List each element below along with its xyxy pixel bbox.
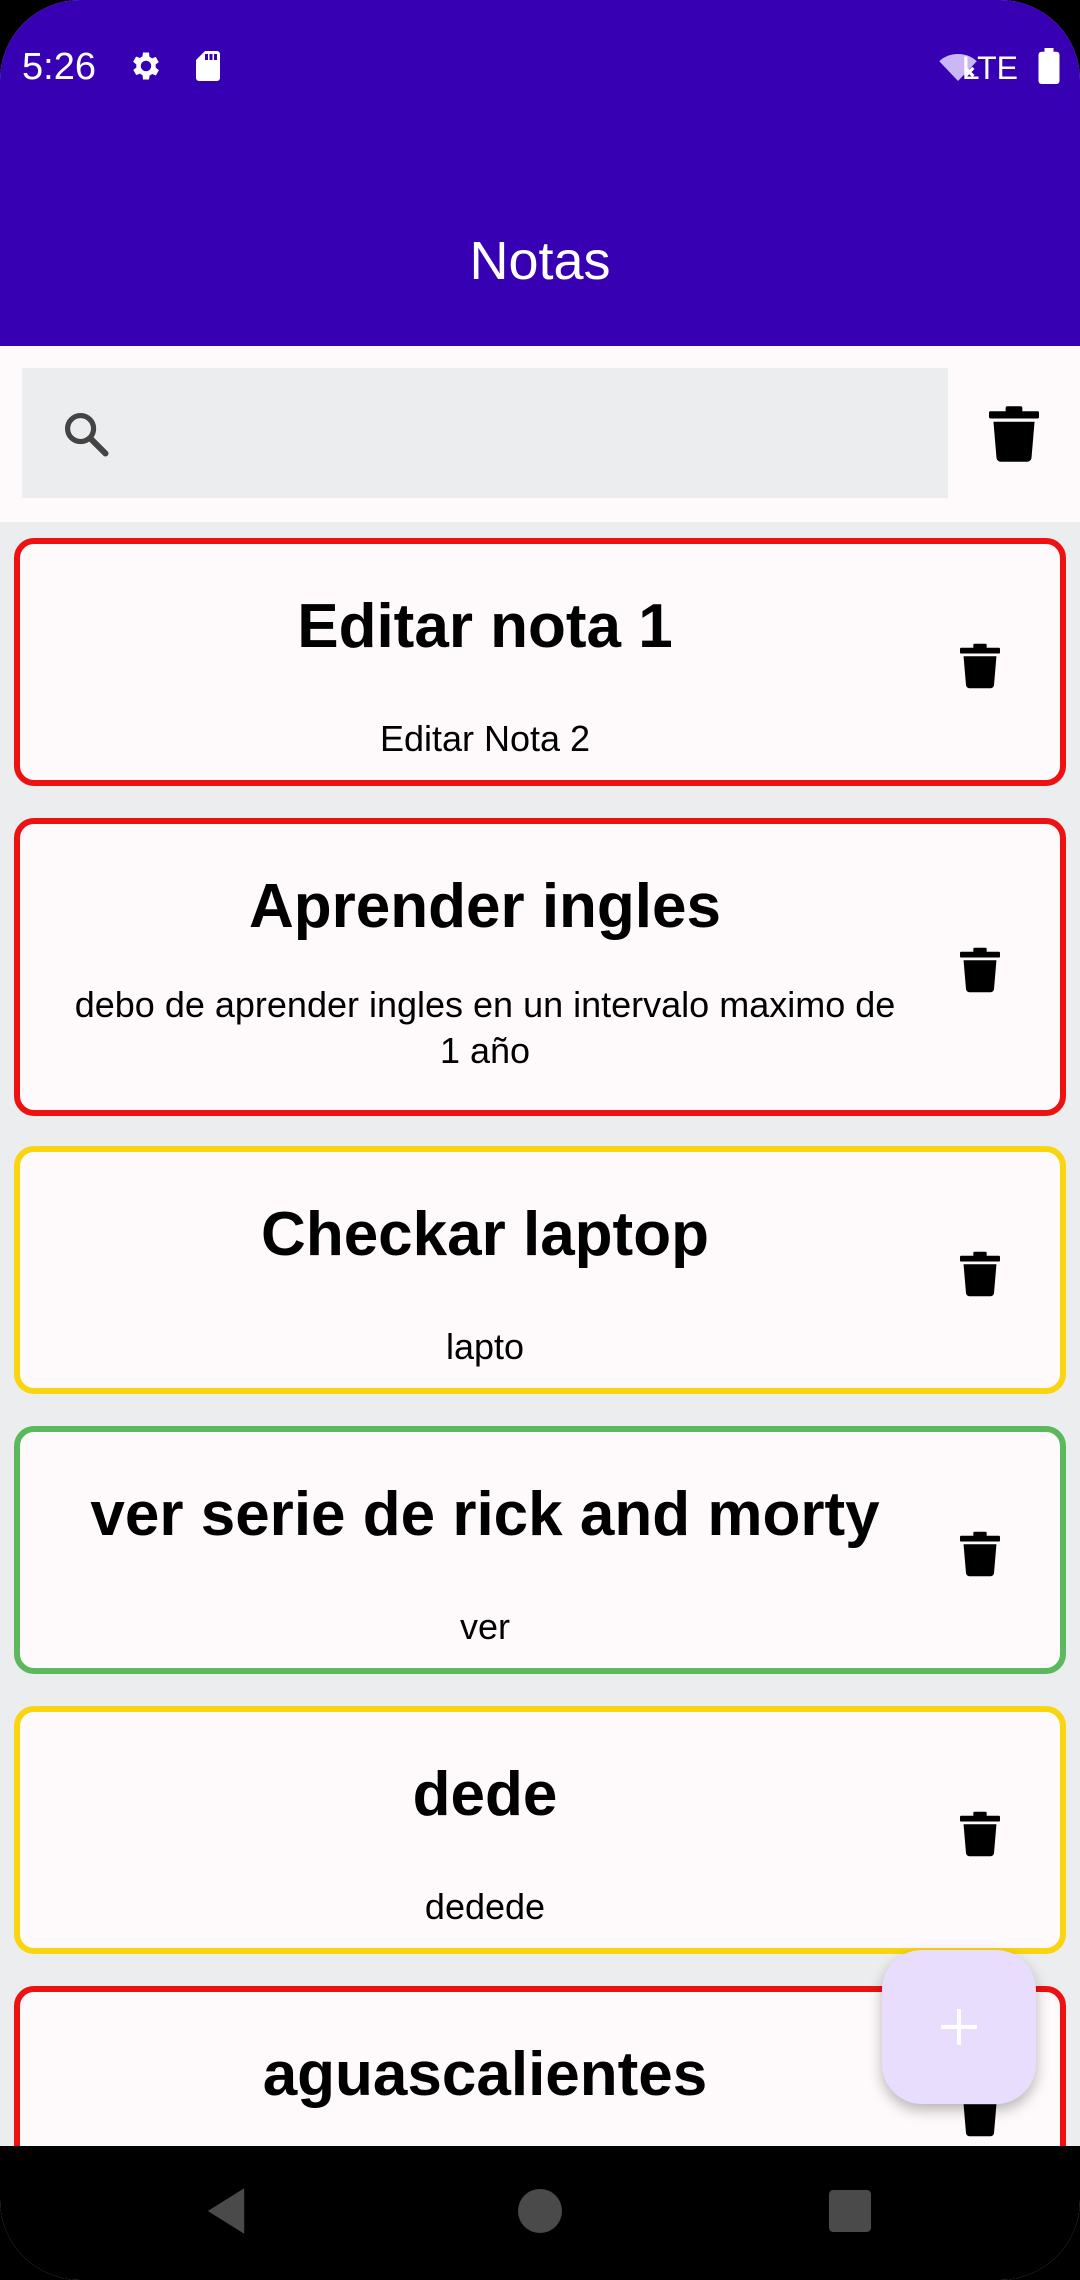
note-delete-button[interactable]: [940, 1514, 1020, 1594]
note-title: dede: [412, 1760, 558, 1829]
note-body: debo de aprender ingles en un intervalo …: [74, 984, 896, 1071]
note-title: Aprender ingles: [249, 872, 721, 941]
search-bar: [0, 346, 1080, 522]
add-note-button[interactable]: [882, 1950, 1036, 2104]
note-card[interactable]: Checkar laptop lapto: [14, 1146, 1066, 1394]
search-input[interactable]: [132, 368, 932, 498]
page-title: Notas: [469, 231, 611, 291]
note-body: lapto: [445, 1326, 525, 1367]
note-body: ver: [459, 1606, 510, 1647]
note-delete-button[interactable]: [940, 930, 1020, 1010]
note-body: dedede: [424, 1886, 546, 1927]
home-button[interactable]: [500, 2176, 580, 2246]
trash-icon: [960, 1811, 1000, 1857]
app-bar: 5:26 LTE Notas: [0, 0, 1080, 346]
settings-icon: [133, 52, 159, 80]
search-field[interactable]: [22, 368, 948, 498]
trash-icon: [989, 406, 1039, 462]
plus-icon: [941, 2009, 977, 2045]
note-list: Editar nota 1 Editar Nota 2 Aprender ing…: [0, 522, 1080, 2146]
note-delete-button[interactable]: [940, 626, 1020, 706]
recents-icon: [829, 2190, 871, 2232]
home-icon: [518, 2189, 562, 2233]
status-time: 5:26: [22, 46, 96, 88]
note-title: ver serie de rick and morty: [90, 1480, 880, 1549]
note-card[interactable]: Editar nota 1 Editar Nota 2: [14, 538, 1066, 786]
note-title: Editar nota 1: [297, 592, 673, 661]
trash-icon: [960, 1251, 1000, 1297]
note-card[interactable]: ver serie de rick and morty ver: [14, 1426, 1066, 1674]
note-title: Checkar laptop: [261, 1200, 709, 1269]
note-card[interactable]: dede dedede: [14, 1706, 1066, 1954]
battery-icon: [1038, 48, 1060, 84]
trash-icon: [960, 947, 1000, 993]
note-delete-button[interactable]: [940, 1794, 1020, 1874]
sd-card-icon: [196, 51, 220, 81]
phone-screen: 5:26 LTE Notas Editar nota 1 Editar Nota…: [0, 0, 1080, 2280]
note-delete-button[interactable]: [940, 1234, 1020, 1314]
back-icon: [207, 2188, 245, 2234]
trash-icon: [960, 643, 1000, 689]
search-icon: [64, 412, 109, 457]
note-body: Editar Nota 2: [379, 718, 591, 759]
recents-button[interactable]: [810, 2176, 890, 2246]
network-type-label: LTE: [961, 50, 1018, 86]
note-title: aguascalientes: [262, 2040, 708, 2109]
note-card[interactable]: Aprender ingles debo de aprender ingles …: [14, 818, 1066, 1116]
trash-icon: [960, 1531, 1000, 1577]
back-button[interactable]: [186, 2176, 266, 2246]
delete-all-button[interactable]: [966, 382, 1062, 486]
system-nav-bar: [0, 2146, 1080, 2280]
